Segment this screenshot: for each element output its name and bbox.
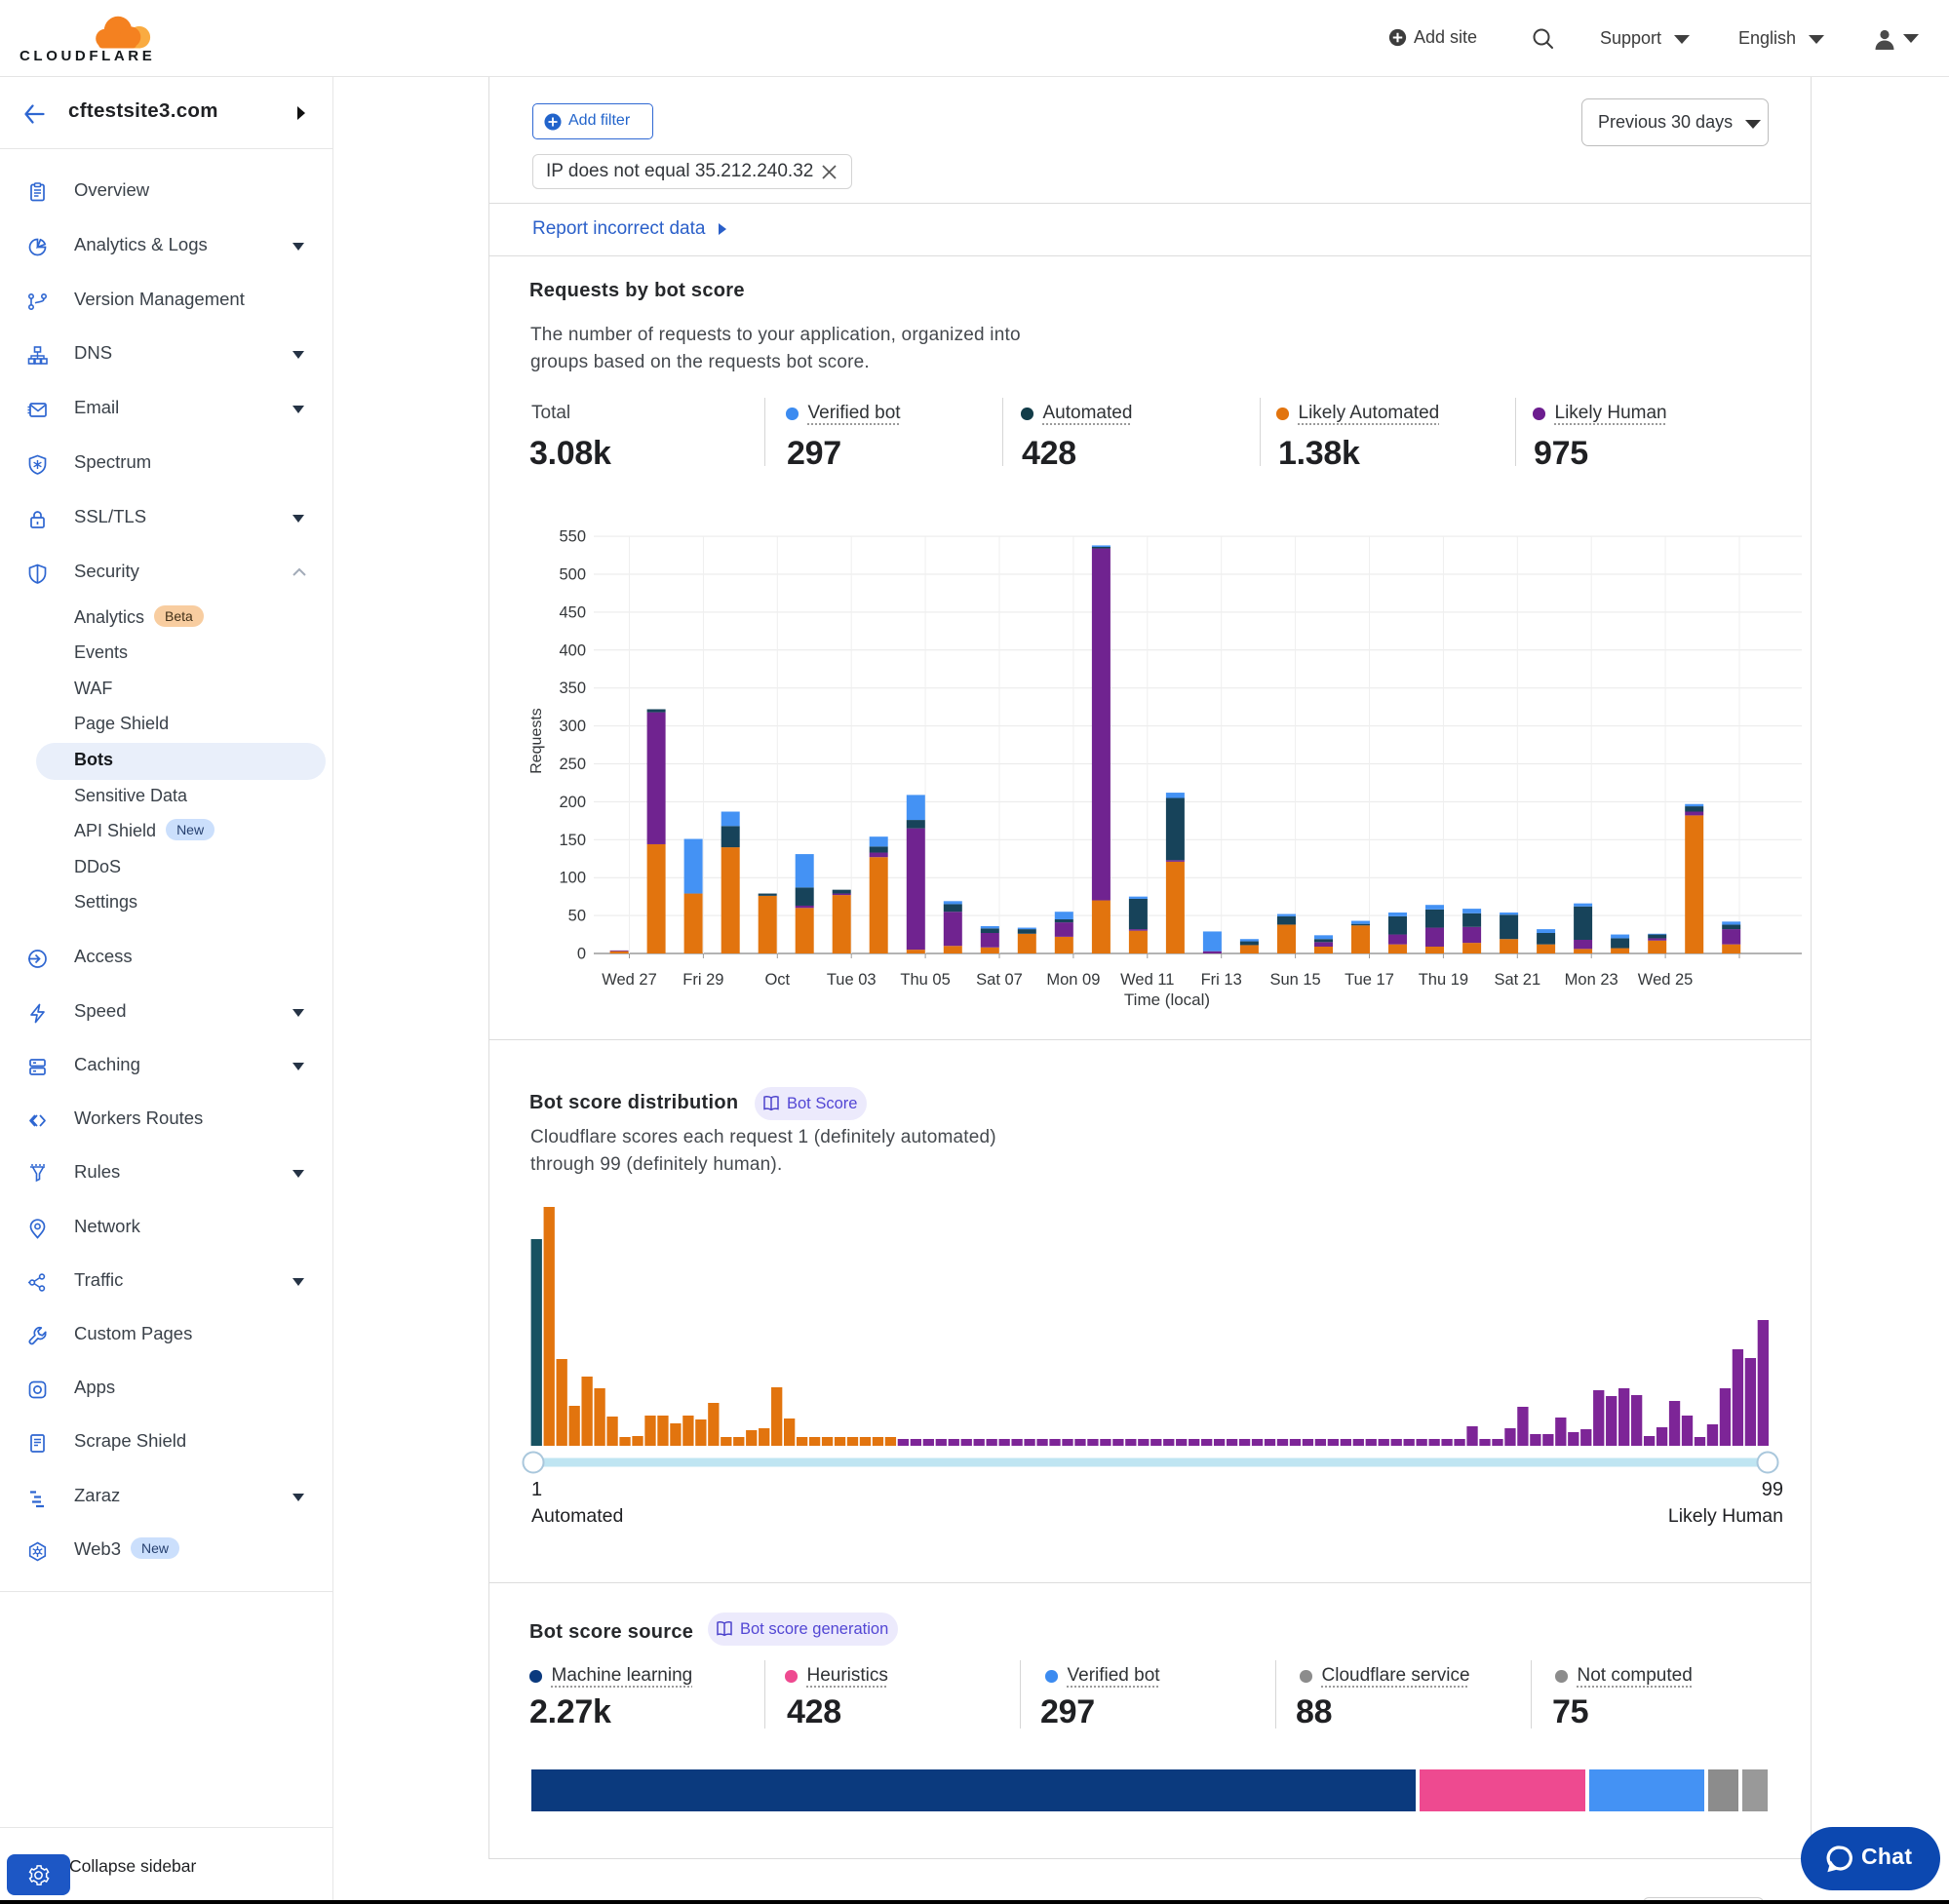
svg-text:200: 200 [559, 794, 586, 811]
svg-text:450: 450 [559, 603, 586, 621]
svg-text:Requests: Requests [528, 708, 545, 774]
svg-text:Thu 19: Thu 19 [1419, 971, 1468, 989]
svg-text:Sat 21: Sat 21 [1494, 971, 1540, 989]
svg-text:Wed 11: Wed 11 [1120, 971, 1174, 989]
svg-text:50: 50 [568, 908, 586, 925]
svg-text:Thu 05: Thu 05 [900, 971, 950, 989]
svg-text:350: 350 [559, 680, 586, 697]
svg-text:Time (local): Time (local) [1124, 991, 1210, 1009]
svg-text:300: 300 [559, 718, 586, 735]
svg-text:Mon 09: Mon 09 [1046, 971, 1100, 989]
svg-text:250: 250 [559, 756, 586, 773]
svg-text:150: 150 [559, 832, 586, 849]
svg-text:0: 0 [577, 946, 586, 963]
svg-text:99: 99 [1762, 1479, 1783, 1500]
svg-text:Likely Human: Likely Human [1668, 1505, 1783, 1527]
svg-text:Tue 17: Tue 17 [1345, 971, 1394, 989]
svg-text:Automated: Automated [531, 1505, 623, 1527]
svg-text:Fri 13: Fri 13 [1201, 971, 1242, 989]
svg-text:550: 550 [559, 528, 586, 546]
svg-text:Sun 15: Sun 15 [1269, 971, 1320, 989]
svg-text:1: 1 [531, 1479, 542, 1500]
svg-text:Wed 27: Wed 27 [602, 971, 657, 989]
svg-text:Mon 23: Mon 23 [1565, 971, 1618, 989]
svg-text:500: 500 [559, 566, 586, 584]
svg-text:Sat 07: Sat 07 [976, 971, 1023, 989]
svg-text:100: 100 [559, 870, 586, 887]
svg-text:400: 400 [559, 641, 586, 659]
svg-text:Wed 25: Wed 25 [1638, 971, 1694, 989]
svg-text:Fri 29: Fri 29 [682, 971, 723, 989]
svg-text:Tue 03: Tue 03 [827, 971, 877, 989]
svg-text:Oct: Oct [764, 971, 790, 989]
